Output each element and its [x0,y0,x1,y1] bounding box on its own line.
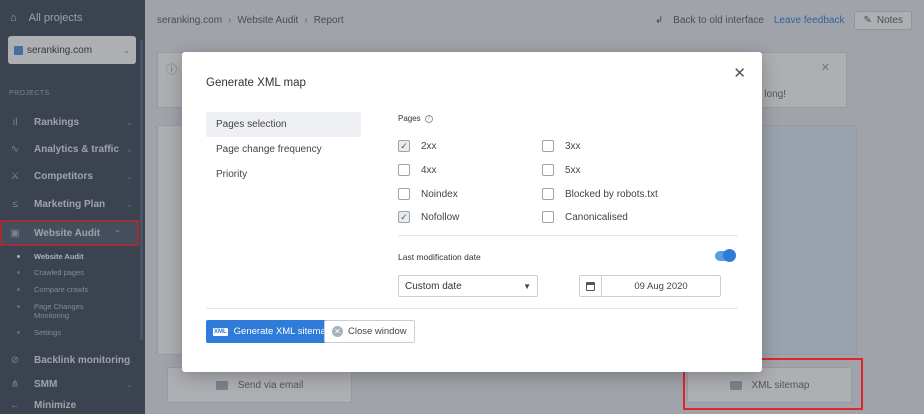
checkbox-blocked-robots[interactable]: Blocked by robots.txt [542,188,658,200]
generate-button-label: Generate XML sitemap [233,326,332,337]
checkbox-noindex[interactable]: Noindex [398,188,458,200]
checkbox-box[interactable] [542,164,554,176]
close-circle-icon: ✕ [332,326,343,337]
date-input[interactable]: 09 Aug 2020 [579,275,721,297]
checkbox-label: 4xx [421,164,437,176]
generate-xml-sitemap-button[interactable]: XML Generate XML sitemap [206,320,339,343]
calendar-icon [586,281,595,291]
checkbox-5xx[interactable]: 5xx [542,164,581,176]
checkbox-box[interactable] [398,164,410,176]
checkbox-label: 2xx [421,140,437,152]
close-window-label: Close window [348,326,407,337]
tab-priority[interactable]: Priority [206,162,361,187]
footer-divider [206,308,738,309]
date-value: 09 Aug 2020 [634,280,688,292]
pages-label: Pages [398,114,421,123]
checkbox-nofollow[interactable]: ✓ Nofollow [398,211,459,223]
checkbox-box[interactable] [542,140,554,152]
modal-left-nav: Pages selection Page change frequency Pr… [206,112,361,187]
checkbox-box[interactable] [542,211,554,223]
last-modification-label: Last modification date [398,252,481,262]
pages-heading: Pages ? [398,114,433,123]
checkbox-label: 3xx [565,140,581,152]
generate-xml-modal: Generate XML map ✕ Pages selection Page … [182,52,762,372]
checkbox-label: Blocked by robots.txt [565,188,658,200]
xml-file-icon: XML [213,327,228,336]
checkbox-box[interactable] [398,188,410,200]
checkbox-canonicalised[interactable]: Canonicalised [542,211,628,223]
checkbox-label: Nofollow [421,211,460,223]
section-divider [398,235,738,236]
help-icon[interactable]: ? [424,114,433,123]
last-modification-toggle[interactable] [715,249,736,262]
checkbox-label: 5xx [565,164,581,176]
checkbox-box[interactable] [542,188,554,200]
date-mode-value: Custom date [405,280,462,292]
checkbox-2xx[interactable]: ✓ 2xx [398,140,437,152]
close-window-button[interactable]: ✕ Close window [324,320,415,343]
close-icon[interactable]: ✕ [733,64,746,82]
checkbox-label: Noindex [421,188,458,200]
modal-title: Generate XML map [206,77,306,89]
checkbox-label: Canonicalised [565,211,628,223]
date-mode-select[interactable]: Custom date ▼ [398,275,538,297]
calendar-button[interactable] [580,276,602,296]
tab-page-change-frequency[interactable]: Page change frequency [206,137,361,162]
checkbox-checked-icon[interactable]: ✓ [398,140,410,152]
tab-pages-selection[interactable]: Pages selection [206,112,361,137]
checkbox-3xx[interactable]: 3xx [542,140,581,152]
caret-down-icon: ▼ [523,281,531,291]
checkbox-4xx[interactable]: 4xx [398,164,437,176]
checkbox-checked-icon[interactable]: ✓ [398,211,410,223]
